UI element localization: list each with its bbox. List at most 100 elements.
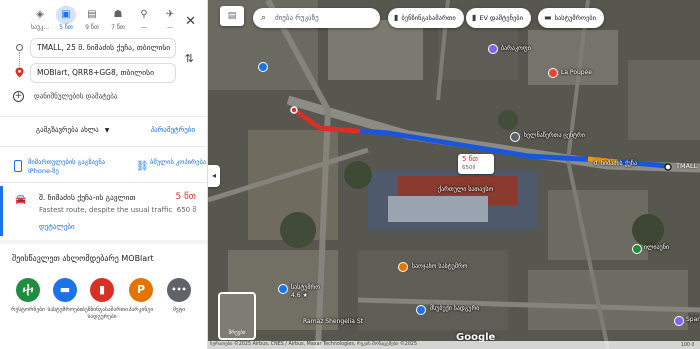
- poi-marker[interactable]: [398, 262, 408, 272]
- swap-icon[interactable]: ⇅: [185, 52, 194, 65]
- poi-label: სასტუმრო: [291, 284, 321, 291]
- plus-icon: +: [13, 91, 24, 102]
- copy-link-label: ბმულის კოპირება: [150, 158, 207, 166]
- collapse-panel-button[interactable]: ◂: [208, 165, 220, 187]
- destination-input[interactable]: MOBlart, QRR8+GG8, თბილისი: [30, 63, 176, 83]
- poi-label: Spar: [686, 316, 700, 323]
- chip-ev[interactable]: ▮ EV დამტენები: [466, 8, 532, 28]
- route-time: 5 წთ: [175, 192, 196, 202]
- mode-flight-label: —: [167, 24, 173, 31]
- origin-input[interactable]: TMALL, 25 შ. ნიშაძის ქუჩა, თბილისი: [30, 38, 176, 58]
- category-label: მეტი: [172, 307, 186, 313]
- category-label: ბენზინგასამართი სადგურები: [82, 307, 128, 320]
- close-icon[interactable]: ✕: [185, 14, 196, 29]
- directions-panel: ◈ საუკ... ▣ 5 წთ ▤ 9 წთ ☗ 7 წთ ⚲ — ✈ — ✕: [0, 0, 208, 349]
- add-destination-label: დანიშნულების დამატება: [34, 92, 118, 101]
- mode-transit-label: 9 წთ: [85, 24, 99, 31]
- chevron-left-icon: ◂: [211, 171, 216, 180]
- walking-icon: ☗: [113, 9, 123, 20]
- chip-hotels[interactable]: ▬ სასტუმროები: [538, 8, 605, 28]
- add-destination-button[interactable]: + დანიშნულების დამატება: [13, 91, 117, 102]
- mode-cycling[interactable]: ⚲ —: [132, 6, 156, 36]
- depart-now-dropdown[interactable]: გამგზავრება ახლა ▼: [36, 126, 109, 134]
- category-restaurants[interactable]: ⴕ რესტორნები: [8, 278, 48, 314]
- badge-time: 5 წთ: [462, 155, 478, 163]
- badge-distance: 650მ: [462, 165, 476, 171]
- destination-pin-icon: [15, 67, 24, 78]
- mode-driving-label: 5 წთ: [59, 24, 73, 31]
- category-label: რესტორნები: [11, 307, 45, 313]
- mode-flight[interactable]: ✈ —: [158, 6, 182, 36]
- mode-best-label: საუკ...: [30, 24, 50, 31]
- origin-dot-icon: [16, 44, 23, 51]
- phone-icon: [14, 160, 22, 172]
- chip-label: ბენზინგასამართი: [401, 14, 456, 22]
- poi-marker[interactable]: [674, 316, 684, 326]
- poi-label: მსუბუქი სადგური: [430, 305, 480, 312]
- hotel-marker[interactable]: [278, 284, 288, 294]
- car-icon: ▣: [56, 6, 76, 24]
- diamond-icon: ◈: [36, 9, 44, 20]
- poi-label: ილიაუნი: [644, 244, 670, 251]
- category-parking[interactable]: P პარკინგი: [121, 278, 161, 314]
- poi-marker[interactable]: [488, 44, 498, 54]
- imagery-toggle[interactable]: შრეები: [218, 292, 256, 340]
- map-search-placeholder: ძიება რუკაზე: [275, 14, 319, 22]
- chip-label: EV დამტენები: [479, 14, 524, 22]
- map-canvas[interactable]: ▤ ⌕ ძიება რუკაზე ▮ ბენზინგასამართი ▮ EV და…: [208, 0, 700, 349]
- poi-marker[interactable]: [632, 244, 642, 254]
- route-dots: [19, 52, 20, 66]
- map-attribution: სურათები ©2025 Airbus, CNES / Airbus, Ma…: [208, 341, 700, 349]
- travel-modes: ◈ საუკ... ▣ 5 წთ ▤ 9 წთ ☗ 7 წთ ⚲ — ✈ — ✕: [0, 6, 207, 36]
- depart-now-label: გამგზავრება ახლა: [36, 126, 99, 134]
- mode-best[interactable]: ◈ საუკ...: [28, 6, 52, 36]
- poi-label: ხელნაწერთა ცენტრი: [524, 132, 585, 139]
- mode-driving[interactable]: ▣ 5 წთ: [54, 6, 78, 36]
- details-link[interactable]: დეტალები: [39, 223, 75, 231]
- category-more[interactable]: ••• მეტი: [159, 278, 199, 314]
- airplane-icon: ✈: [165, 9, 175, 20]
- layers-icon: ▤: [227, 11, 237, 21]
- poi-label: La Poupée: [561, 69, 592, 76]
- caret-down-icon: ▼: [104, 127, 110, 134]
- bed-icon: ▬: [544, 13, 552, 22]
- poi-rating: 4.6 ★: [291, 292, 308, 299]
- satellite-imagery: [208, 0, 700, 349]
- car-icon: 🚘: [15, 195, 27, 205]
- scale-bar: 100 მ: [680, 343, 694, 348]
- options-button[interactable]: პარამეტრები: [151, 126, 195, 134]
- mode-transit[interactable]: ▤ 9 წთ: [80, 6, 104, 36]
- send-to-phone-label: მიმართულების გაგზავნა iPhone-ზე: [28, 158, 106, 175]
- poi-marker[interactable]: [258, 62, 268, 72]
- divider: [0, 182, 207, 183]
- tmall-label: TMALL: [676, 162, 698, 170]
- imagery-label: შრეები: [228, 330, 246, 336]
- bicycle-icon: ⚲: [140, 9, 148, 20]
- mode-walking[interactable]: ☗ 7 წთ: [106, 6, 130, 36]
- mode-cycling-label: —: [141, 24, 147, 31]
- poi-label: ბარაკოფი: [501, 45, 531, 52]
- category-label: სასტუმროები: [47, 307, 83, 313]
- category-gas-stations[interactable]: ▮ ბენზინგასამართი სადგურები: [82, 278, 128, 321]
- route-option[interactable]: 🚘 შ. ნიშაძის ქუჩა-ის გავლით 5 წთ Fastest…: [0, 186, 207, 236]
- ev-charger-icon: ▮: [472, 13, 477, 22]
- street-label: შ. ნიშაძის ქუჩა: [594, 160, 637, 167]
- route-description: Fastest route, despite the usual traffic: [39, 206, 173, 214]
- parking-icon: P: [129, 278, 153, 302]
- chip-gas[interactable]: ▮ ბენზინგასამართი: [388, 8, 464, 28]
- route-time-badge[interactable]: 5 წთ 650მ: [458, 154, 494, 174]
- poi-label: საოჯახო სასტუმრო: [412, 263, 468, 270]
- more-dots-icon: •••: [167, 278, 191, 302]
- map-search-box[interactable]: ⌕ ძიება რუკაზე: [253, 8, 380, 28]
- fork-knife-icon: ⴕ: [16, 278, 40, 302]
- mode-walking-label: 7 წთ: [111, 24, 125, 31]
- poi-marker[interactable]: [510, 132, 520, 142]
- poi-marker[interactable]: [548, 68, 558, 78]
- poi-marker[interactable]: [416, 305, 426, 315]
- route-distance: 650 მ: [176, 206, 196, 214]
- divider: [0, 116, 207, 117]
- category-hotels[interactable]: ▬ სასტუმროები: [45, 278, 85, 314]
- map-layers-button[interactable]: ▤: [220, 6, 244, 26]
- category-label: პარკინგი: [128, 307, 154, 313]
- gas-pump-icon: ▮: [90, 278, 114, 302]
